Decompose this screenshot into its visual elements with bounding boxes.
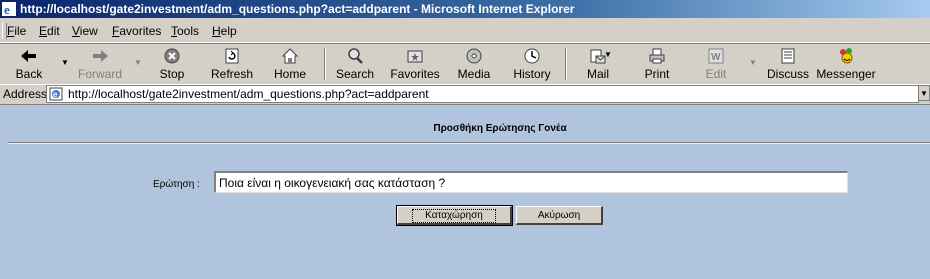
window-title: http://localhost/gate2investment/adm_que…	[20, 2, 575, 16]
menu-help[interactable]: Help	[212, 20, 237, 42]
address-label: Address	[3, 87, 48, 101]
forward-dropdown-icon[interactable]: ▼	[134, 58, 142, 67]
history-icon	[524, 48, 540, 64]
menu-favorites[interactable]: Favorites	[112, 20, 161, 42]
svg-text:W: W	[711, 52, 721, 63]
search-icon	[348, 48, 363, 64]
forward-arrow-icon	[93, 50, 108, 62]
menu-edit[interactable]: Edit	[39, 20, 60, 42]
media-button[interactable]: Media	[452, 46, 496, 82]
favorites-icon	[407, 50, 423, 63]
discuss-icon	[781, 48, 795, 64]
mail-button[interactable]: Mail	[578, 46, 618, 82]
menu-bar: File Edit View Favorites Tools Help	[0, 20, 930, 43]
question-label: Ερώτηση :	[153, 179, 200, 190]
home-button[interactable]: Home	[268, 46, 312, 82]
history-button[interactable]: History	[508, 46, 556, 82]
toolbar-separator	[565, 48, 567, 80]
address-dropdown-icon[interactable]: ▼	[918, 85, 930, 101]
menu-view[interactable]: View	[72, 20, 98, 42]
stop-button[interactable]: Stop	[150, 46, 194, 82]
edit-button[interactable]: W Edit	[696, 46, 736, 82]
address-input[interactable]: e http://localhost/gate2investment/adm_q…	[46, 85, 919, 103]
ie-logo-icon: e	[2, 2, 16, 16]
discuss-button[interactable]: Discuss	[766, 46, 810, 82]
messenger-icon	[840, 48, 853, 64]
title-bar: e http://localhost/gate2investment/adm_q…	[0, 0, 930, 18]
standard-toolbar: Back ▼ Forward ▼ Stop Refresh Home Searc…	[0, 43, 930, 85]
toolbar-separator	[324, 48, 326, 80]
home-icon	[281, 48, 299, 64]
mail-dropdown-icon[interactable]: ▼	[604, 50, 612, 59]
question-input[interactable]	[214, 171, 848, 193]
cancel-button[interactable]: Ακύρωση	[516, 206, 603, 225]
print-icon	[649, 48, 665, 64]
back-dropdown-icon[interactable]: ▼	[61, 58, 69, 67]
address-bar: Address e http://localhost/gate2investme…	[0, 84, 930, 105]
address-url: http://localhost/gate2investment/adm_que…	[68, 87, 429, 101]
page-content: Προσθήκη Ερώτησης Γονέα Ερώτηση : Καταχώ…	[0, 105, 930, 279]
back-button[interactable]: Back	[6, 46, 52, 82]
menu-file[interactable]: File	[7, 20, 26, 42]
edit-dropdown-icon[interactable]: ▼	[749, 58, 757, 67]
menu-tools[interactable]: Tools	[171, 20, 199, 42]
refresh-icon	[225, 48, 239, 64]
svg-text:e: e	[53, 90, 58, 99]
refresh-button[interactable]: Refresh	[208, 46, 256, 82]
page-icon: e	[49, 87, 63, 101]
back-arrow-icon	[21, 50, 36, 62]
page-heading: Προσθήκη Ερώτησης Γονέα	[433, 123, 567, 134]
submit-button[interactable]: Καταχώρηση	[396, 205, 513, 226]
media-icon	[466, 48, 482, 64]
messenger-button[interactable]: Messenger	[816, 46, 876, 82]
print-button[interactable]: Print	[636, 46, 678, 82]
svg-text:e: e	[4, 2, 10, 16]
edit-word-icon: W	[708, 48, 724, 64]
search-button[interactable]: Search	[332, 46, 378, 82]
favorites-button[interactable]: Favorites	[388, 46, 442, 82]
forward-button[interactable]: Forward	[75, 46, 125, 82]
stop-icon	[164, 48, 180, 64]
heading-divider	[8, 142, 930, 144]
